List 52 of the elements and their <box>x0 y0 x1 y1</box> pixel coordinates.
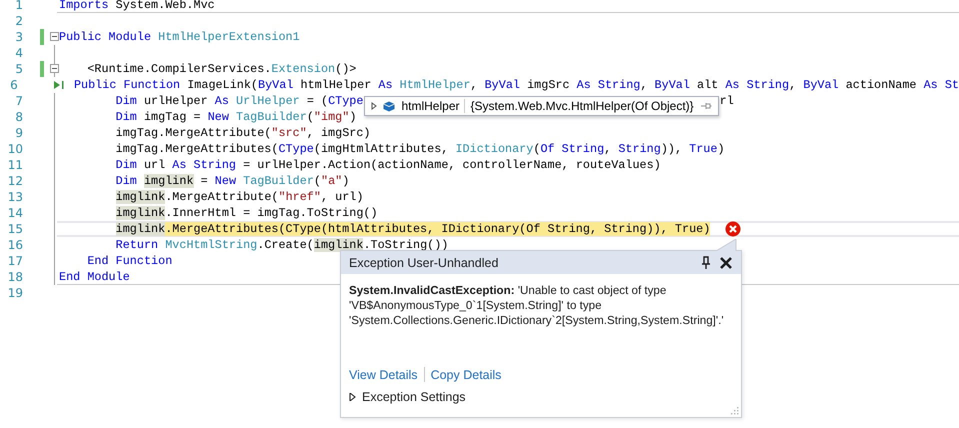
cube-icon <box>383 100 396 112</box>
line-number: 9 <box>14 126 23 140</box>
code-line: Public Function ImageLink(ByVal htmlHelper As HtmlHelper, ByVal imgSrc As String, ByVal alt As String, ByVal actionName As St <box>74 77 959 93</box>
code-line: imglink.MergeAttribute("href", url) <box>116 189 364 205</box>
details-link[interactable]: View Details <box>349 368 418 382</box>
variable-value: {System.Web.Mvc.HtmlHelper(Of Object)} <box>470 99 694 113</box>
code-line: imgTag.MergeAttributes(CType(imgHtmlAttributes, IDictionary(Of String, String)), True) <box>116 141 725 157</box>
line-number: 15 <box>6 222 23 236</box>
line-number: 7 <box>14 94 23 108</box>
line-number: 2 <box>14 14 23 28</box>
pin-icon[interactable] <box>701 256 711 270</box>
code-line: Public Module HtmlHelperExtension1 <box>59 29 300 45</box>
expand-arrow-icon[interactable] <box>371 102 378 110</box>
error-icon[interactable] <box>725 221 742 237</box>
collapse-icon[interactable] <box>50 32 59 41</box>
details-link[interactable]: Copy Details <box>430 368 502 382</box>
code-line: imglink.MergeAttributes(CType(htmlAttributes, IDictionary(Of String, String)), True) <box>116 221 710 237</box>
popup-title: Exception User-Unhandled <box>349 256 500 270</box>
line-number: 16 <box>6 238 23 252</box>
line-number: 13 <box>6 190 23 204</box>
line-number: 8 <box>14 110 23 124</box>
code-line: Dim url As String = urlHelper.Action(actionName, controllerName, routeValues) <box>116 157 661 173</box>
code-line: Dim urlHelper As UrlHelper = (CType <box>116 93 364 109</box>
line-number: 10 <box>6 142 23 156</box>
exception-settings-toggle[interactable]: Exception Settings <box>349 390 466 404</box>
code-line: End Module <box>59 269 130 285</box>
line-number: 4 <box>14 46 23 60</box>
line-number: 12 <box>6 174 23 188</box>
line-number: 18 <box>6 270 23 284</box>
exception-message: System.InvalidCastException: 'Unable to cast object of type 'VB$AnonymousType_0`1[System.String]' to type 'System.Collections.Generic.IDictionary`2[System.String,System.String]'.' <box>349 283 725 329</box>
code-line: Dim imglink = New TagBuilder("a") <box>116 173 350 189</box>
code-line: imgTag.MergeAttribute("src", imgSrc) <box>116 125 371 141</box>
code-line: Dim imgTag = New TagBuilder("img") <box>116 109 356 125</box>
line-number: 1 <box>14 0 23 12</box>
line-number: 19 <box>6 286 23 300</box>
close-icon[interactable] <box>719 256 733 270</box>
line-number: 5 <box>14 62 23 76</box>
line-number: 3 <box>14 30 23 44</box>
collapsed-arrow-icon <box>349 393 357 401</box>
collapse-icon[interactable] <box>50 64 59 73</box>
line-number: 14 <box>6 206 23 220</box>
run-to-click-icon[interactable] <box>52 80 65 90</box>
code-line: rl <box>720 93 734 109</box>
line-number: 17 <box>6 254 23 268</box>
resize-grip-icon[interactable] <box>729 405 739 415</box>
code-line: End Function <box>87 253 172 269</box>
code-line: Return MvcHtmlString.Create(imglink.ToString()) <box>116 237 448 253</box>
code-line: imglink.InnerHtml = imgTag.ToString() <box>116 205 378 221</box>
line-number: 6 <box>9 78 18 92</box>
variable-name: htmlHelper <box>401 99 464 113</box>
line-number: 11 <box>6 158 23 172</box>
code-line: <Runtime.CompilerServices.Extension()> <box>87 61 356 77</box>
